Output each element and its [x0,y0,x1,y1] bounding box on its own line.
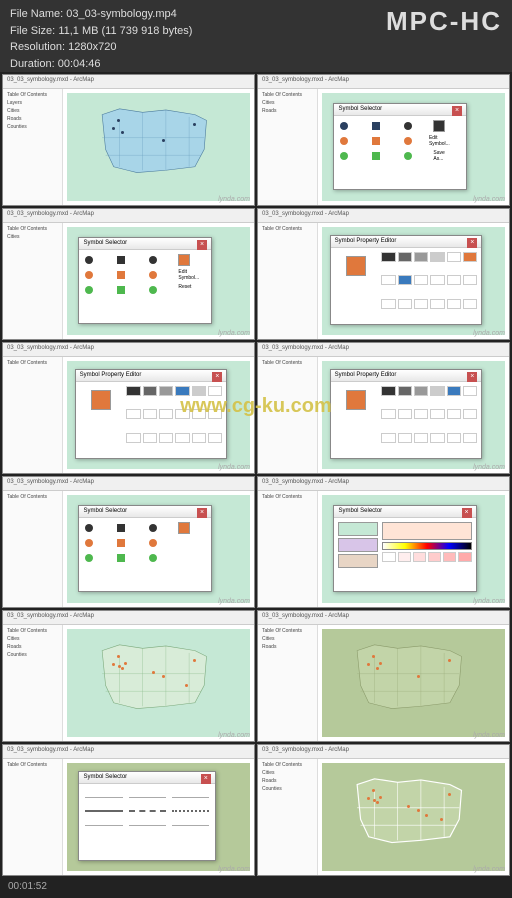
thumbnail-7[interactable]: 03_03_symbology.mxd - ArcMap Table Of Co… [2,476,255,608]
thumbnail-1[interactable]: 03_03_symbology.mxd - ArcMap Table Of Co… [2,74,255,206]
color-swatch[interactable] [178,254,190,266]
property-editor-dialog[interactable]: Symbol Property Editor× [330,235,483,325]
preview-swatch [346,256,366,276]
property-editor-dialog[interactable]: Symbol Property Editor× [330,369,483,459]
filename-label: File Name: [10,8,63,20]
symbol-selector-dialog[interactable]: Symbol Selector× [333,505,476,592]
filesize-value: 11,1 MB (11 739 918 bytes) [58,25,192,37]
fill-swatch[interactable] [338,554,378,568]
layer-item[interactable]: Counties [5,123,60,131]
close-icon[interactable]: × [201,774,211,784]
toc-panel[interactable]: Table Of Contents Layers Cities Roads Co… [3,89,63,205]
save-button[interactable]: Save As... [433,150,445,162]
thumbnail-10[interactable]: 03_03_symbology.mxd - ArcMap Table Of Co… [257,610,510,742]
property-editor-dialog[interactable]: Symbol Property Editor× [75,369,228,459]
layer-item[interactable]: Layers [5,99,60,107]
player-logo: MPC-HC [386,6,502,66]
edit-button[interactable]: Edit Symbol... [433,135,445,147]
player-status-bar: 00:01:52 [0,878,512,898]
toc-title: Table Of Contents [5,91,60,99]
thumbnail-5[interactable]: 03_03_symbology.mxd - ArcMap Table Of Co… [2,342,255,474]
close-icon[interactable]: × [197,240,207,250]
thumbnail-3[interactable]: 03_03_symbology.mxd - ArcMap Table Of Co… [2,208,255,340]
color-ramp[interactable] [382,542,471,550]
thumbnail-11[interactable]: 03_03_symbology.mxd - ArcMap Table Of Co… [2,744,255,876]
map-canvas[interactable]: Symbol Selector× Edit Symbol... Sav [318,89,509,205]
duration-value: 00:04:46 [58,58,101,70]
layer-item[interactable]: Roads [5,115,60,123]
resolution-value: 1280x720 [68,41,116,53]
edit-button[interactable]: Edit Symbol... [178,269,207,281]
thumbnail-6[interactable]: 03_03_symbology.mxd - ArcMap Table Of Co… [257,342,510,474]
map-canvas[interactable] [63,89,254,205]
thumbnail-4[interactable]: 03_03_symbology.mxd - ArcMap Table Of Co… [257,208,510,340]
toc-panel[interactable]: Table Of Contents Cities Roads [258,625,318,741]
toc-panel[interactable]: Table Of Contents Cities Roads Counties [258,759,318,875]
toc-panel[interactable]: Table Of Contents Cities [3,223,63,339]
toc-panel[interactable]: Table Of Contents Cities Roads [258,89,318,205]
thumbnail-grid: 03_03_symbology.mxd - ArcMap Table Of Co… [0,72,512,878]
symbol-selector-dialog[interactable]: Symbol Selector× [78,771,215,861]
thumbnail-12[interactable]: 03_03_symbology.mxd - ArcMap Table Of Co… [257,744,510,876]
app-titlebar: 03_03_symbology.mxd - ArcMap [258,75,509,89]
thumbnail-9[interactable]: 03_03_symbology.mxd - ArcMap Table Of Co… [2,610,255,742]
filesize-label: File Size: [10,25,55,37]
symbol-selector-dialog[interactable]: Symbol Selector× Edit Symbol... Res [78,237,212,324]
toc-panel[interactable]: Table Of Contents Cities Roads Counties [3,625,63,741]
close-icon[interactable]: × [462,508,472,518]
fill-swatch[interactable] [338,538,378,552]
layer-item[interactable]: Cities [5,107,60,115]
preview-swatch [382,522,471,540]
source-watermark: lynda.com [218,196,250,203]
fill-swatch[interactable] [338,522,378,536]
file-info-block: File Name: 03_03-symbology.mp4 File Size… [10,6,192,66]
source-watermark: lynda.com [473,196,505,203]
close-icon[interactable]: × [452,106,462,116]
dialog-title-text: Symbol Selector [338,106,382,113]
duration-label: Duration: [10,58,55,70]
map-canvas[interactable]: Symbol Selector× Edit Symbol... Res [63,223,254,339]
symbol-selector-dialog[interactable]: Symbol Selector× Edit Symbol... Sav [333,103,467,190]
thumbnail-2[interactable]: 03_03_symbology.mxd - ArcMap Table Of Co… [257,74,510,206]
filename-value: 03_03-symbology.mp4 [66,8,176,20]
close-icon[interactable]: × [197,508,207,518]
close-icon[interactable]: × [467,372,477,382]
thumbnail-8[interactable]: 03_03_symbology.mxd - ArcMap Table Of Co… [257,476,510,608]
symbol-selector-dialog[interactable]: Symbol Selector× [78,505,212,592]
resolution-label: Resolution: [10,41,65,53]
player-info-bar: File Name: 03_03-symbology.mp4 File Size… [0,0,512,72]
app-titlebar: 03_03_symbology.mxd - ArcMap [3,75,254,89]
reset-button[interactable]: Reset [178,284,207,296]
playback-timestamp: 00:01:52 [8,881,47,892]
close-icon[interactable]: × [467,238,477,248]
color-swatch[interactable] [433,120,445,132]
close-icon[interactable]: × [212,372,222,382]
